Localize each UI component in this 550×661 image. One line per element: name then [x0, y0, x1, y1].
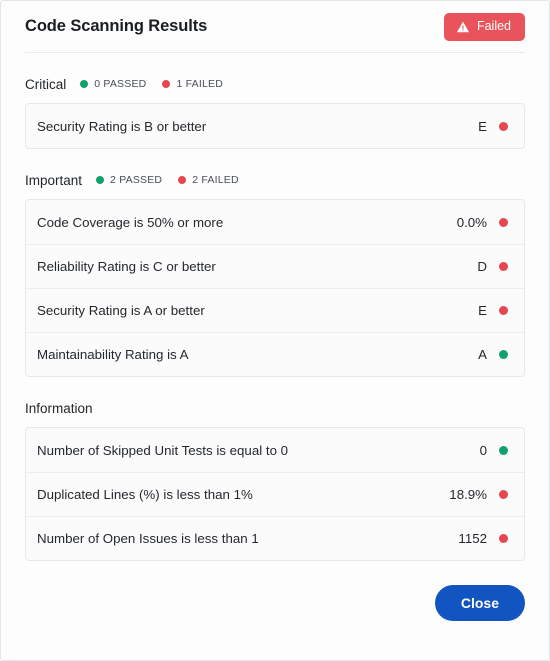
condition-value: 0.0%: [456, 214, 487, 230]
table-row[interactable]: Maintainability Rating is A A: [26, 332, 524, 376]
condition-result: D: [477, 259, 508, 274]
condition-label: Duplicated Lines (%) is less than 1%: [37, 487, 253, 502]
fail-dot-icon: [178, 176, 187, 184]
section-critical: Critical 0 PASSED 1 FAILED Security Rati…: [25, 75, 525, 149]
table-row[interactable]: Number of Open Issues is less than 1 115…: [26, 516, 524, 560]
condition-list: Security Rating is B or better E: [25, 103, 525, 149]
section-counts: 2 PASSED 2 FAILED: [96, 174, 239, 186]
section-counts: 0 PASSED 1 FAILED: [80, 78, 223, 90]
condition-result: 1152: [458, 531, 508, 546]
section-header: Information: [25, 399, 525, 417]
condition-value: 0: [479, 442, 487, 458]
condition-result: E: [478, 119, 508, 134]
pass-dot-icon: [499, 350, 508, 359]
table-row[interactable]: Code Coverage is 50% or more 0.0%: [26, 200, 524, 244]
condition-list: Number of Skipped Unit Tests is equal to…: [25, 427, 525, 561]
condition-label: Security Rating is A or better: [37, 303, 205, 318]
section-information: Information Number of Skipped Unit Tests…: [25, 399, 525, 561]
pass-dot-icon: [96, 176, 105, 184]
condition-result: 0.0%: [457, 215, 508, 230]
table-row[interactable]: Reliability Rating is C or better D: [26, 244, 524, 288]
section-important: Important 2 PASSED 2 FAILED Code Coverag…: [25, 171, 525, 377]
fail-dot-icon: [499, 262, 508, 271]
section-title: Important: [25, 172, 83, 188]
section-title: Critical: [25, 76, 67, 92]
failed-count-label: 1 FAILED: [176, 78, 223, 90]
pass-dot-icon: [80, 80, 89, 88]
condition-label: Number of Open Issues is less than 1: [37, 531, 259, 546]
condition-list: Code Coverage is 50% or more 0.0% Reliab…: [25, 199, 525, 377]
fail-dot-icon: [499, 534, 508, 543]
section-header: Critical 0 PASSED 1 FAILED: [25, 75, 525, 93]
condition-label: Number of Skipped Unit Tests is equal to…: [37, 442, 289, 458]
fail-dot-icon: [499, 306, 508, 315]
condition-result: A: [478, 347, 508, 362]
fail-dot-icon: [499, 217, 508, 227]
passed-count: 2 PASSED: [96, 174, 162, 186]
dialog-footer: Close: [25, 585, 525, 621]
section-title: Information: [25, 400, 93, 416]
status-badge-label: Failed: [476, 19, 511, 34]
condition-result: 0: [480, 443, 508, 458]
condition-label: Reliability Rating is C or better: [37, 259, 216, 274]
failed-count: 1 FAILED: [162, 78, 223, 90]
passed-count-label: 0 PASSED: [94, 78, 147, 90]
condition-value: 1152: [458, 531, 487, 546]
warning-triangle-icon: [456, 20, 470, 34]
condition-value: A: [478, 347, 487, 362]
condition-label: Security Rating is B or better: [37, 118, 207, 134]
page-title: Code Scanning Results: [25, 17, 208, 35]
close-button[interactable]: Close: [434, 585, 525, 621]
status-badge-failed[interactable]: Failed: [443, 12, 525, 41]
condition-result: 18.9%: [449, 487, 508, 502]
condition-label: Maintainability Rating is A: [37, 347, 189, 362]
condition-value: E: [478, 118, 487, 134]
pass-dot-icon: [499, 445, 508, 455]
fail-dot-icon: [162, 80, 171, 88]
section-header: Important 2 PASSED 2 FAILED: [25, 171, 525, 189]
table-row[interactable]: Duplicated Lines (%) is less than 1% 18.…: [26, 472, 524, 516]
failed-count: 2 FAILED: [178, 174, 239, 186]
table-row[interactable]: Number of Skipped Unit Tests is equal to…: [26, 428, 524, 472]
condition-value: E: [478, 303, 487, 318]
passed-count: 0 PASSED: [80, 78, 146, 90]
code-scanning-results-dialog: Code Scanning Results Failed Critical 0 …: [0, 0, 550, 661]
table-row[interactable]: Security Rating is A or better E: [26, 288, 524, 332]
passed-count-label: 2 PASSED: [110, 174, 163, 186]
condition-label: Code Coverage is 50% or more: [37, 214, 224, 230]
condition-result: E: [478, 303, 508, 318]
fail-dot-icon: [499, 490, 508, 499]
failed-count-label: 2 FAILED: [192, 174, 239, 186]
fail-dot-icon: [499, 121, 508, 131]
condition-value: D: [477, 259, 487, 274]
dialog-header: Code Scanning Results Failed: [25, 1, 525, 53]
table-row[interactable]: Security Rating is B or better E: [26, 104, 524, 148]
condition-value: 18.9%: [449, 487, 487, 502]
